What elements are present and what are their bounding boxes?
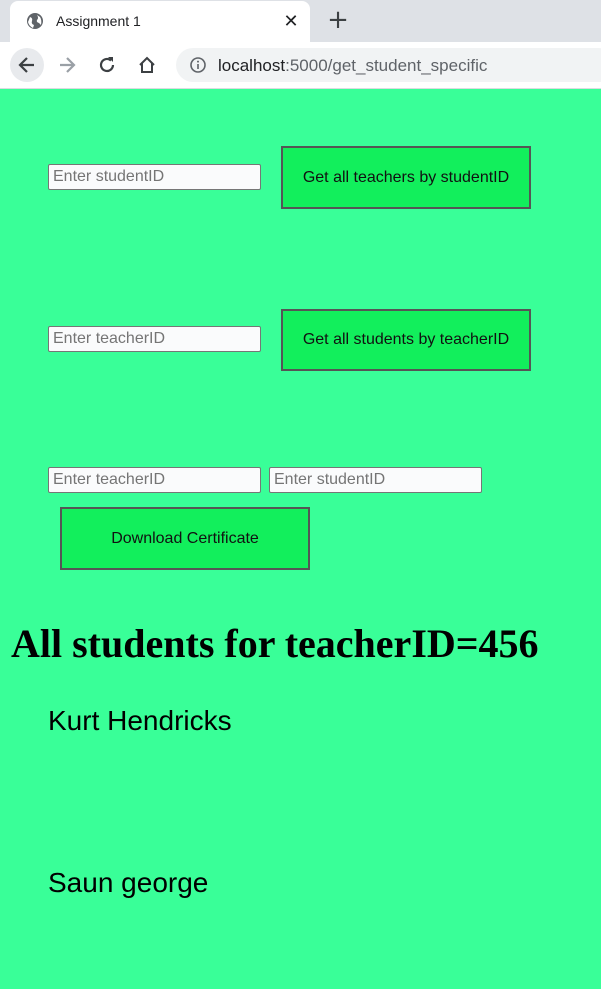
student-list-item: Kurt Hendricks [48,705,232,736]
home-icon [139,56,155,73]
get-students-by-teacher-button[interactable]: Get all students by teacherID [281,309,531,371]
browser-toolbar: localhost:5000/get_student_specific [0,42,601,89]
arrow-right-icon [60,57,76,73]
address-bar[interactable]: localhost:5000/get_student_specific [176,48,601,82]
info-icon[interactable] [190,57,206,73]
url-host: localhost [218,56,286,75]
certificate-student-id-input[interactable] [269,467,482,493]
results-heading: All students for teacherID=456 [11,621,539,666]
new-tab-icon[interactable]: + [326,7,350,33]
student-list-item: Saun george [48,867,209,898]
reload-icon [99,57,115,73]
url-path: :5000/get_student_specific [285,56,488,75]
globe-icon [26,12,44,30]
certificate-teacher-id-input[interactable] [48,467,261,493]
get-teachers-by-student-button[interactable]: Get all teachers by studentID [281,146,531,209]
close-tab-icon[interactable]: ✕ [280,10,302,32]
forward-button[interactable] [50,48,84,82]
teacher-id-input[interactable] [48,326,261,352]
tab-strip: Assignment 1 ✕ + [0,0,601,42]
home-button[interactable] [130,48,164,82]
student-id-input[interactable] [48,164,261,190]
url-text: localhost:5000/get_student_specific [218,56,487,76]
tab-title: Assignment 1 [56,13,141,29]
download-certificate-button[interactable]: Download Certificate [60,507,310,570]
browser-tab[interactable]: Assignment 1 ✕ [10,1,310,42]
back-button[interactable] [10,48,44,82]
arrow-left-icon [18,57,34,73]
reload-button[interactable] [90,48,124,82]
